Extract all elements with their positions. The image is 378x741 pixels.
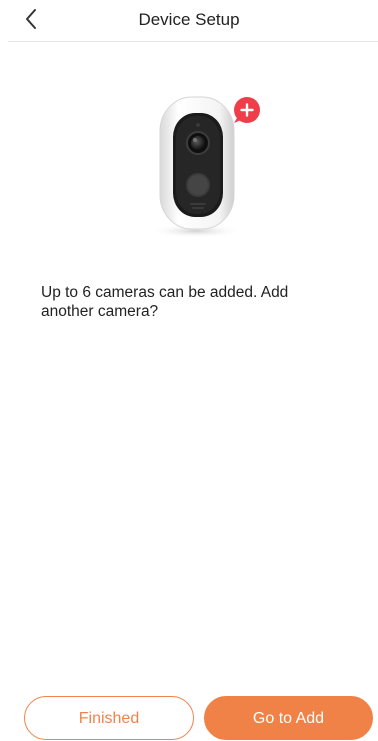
info-message: Up to 6 cameras can be added. Add anothe… (41, 284, 289, 320)
plus-icon (234, 97, 260, 123)
go-to-add-button[interactable]: Go to Add (204, 696, 373, 740)
header-divider (8, 41, 378, 42)
page-title: Device Setup (138, 10, 240, 29)
camera-illustration (130, 85, 280, 245)
header: Device Setup (0, 0, 378, 42)
finished-button[interactable]: Finished (24, 696, 194, 740)
